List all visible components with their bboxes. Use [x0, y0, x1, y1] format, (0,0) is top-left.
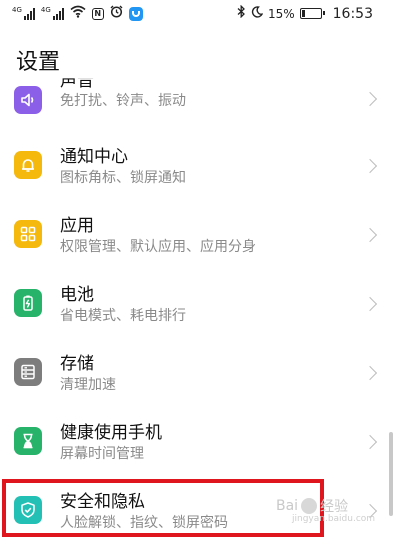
settings-item-digital-balance[interactable]: 健康使用手机 屏幕时间管理: [0, 409, 395, 477]
shield-check-icon: [14, 496, 42, 524]
settings-item-subtitle: 清理加速: [60, 377, 116, 393]
battery-percent: 15%: [267, 6, 295, 21]
settings-item-title: 存储: [60, 354, 94, 374]
apps-grid-icon: [14, 220, 42, 248]
signal-label: 4G: [12, 6, 22, 14]
bell-icon: [14, 151, 42, 179]
chevron-right-icon: [362, 227, 378, 243]
settings-item-subtitle: 省电模式、耗电排行: [60, 308, 186, 324]
signal-icon: 4G: [12, 7, 35, 20]
settings-list: 声音 免打扰、铃声、振动 通知中心 图标角标、锁屏通知 应用 权限管理、默认应用…: [0, 78, 395, 543]
signal-icon: 4G: [41, 7, 64, 20]
wifi-icon: [70, 5, 86, 22]
status-time: 16:53: [332, 5, 373, 22]
chevron-right-icon: [362, 296, 378, 312]
speaker-icon: [14, 86, 42, 114]
watermark-site: jingyan.baidu.com: [292, 514, 376, 524]
battery-icon: [299, 8, 325, 19]
settings-item-sound[interactable]: 声音 免打扰、铃声、振动: [0, 78, 395, 134]
chevron-right-icon: [362, 158, 378, 174]
settings-item-storage[interactable]: 存储 清理加速: [0, 340, 395, 408]
signal-label: 4G: [40, 6, 51, 14]
settings-item-subtitle: 免打扰、铃声、振动: [60, 93, 186, 109]
hourglass-icon: [14, 427, 42, 455]
paw-logo-icon: [301, 498, 318, 514]
settings-item-subtitle: 屏幕时间管理: [60, 446, 144, 462]
nfc-icon: N: [91, 7, 104, 20]
settings-item-title: 安全和隐私: [60, 492, 145, 512]
settings-item-apps[interactable]: 应用 权限管理、默认应用、应用分身: [0, 202, 395, 270]
scrollbar[interactable]: [389, 432, 393, 516]
settings-item-notifications[interactable]: 通知中心 图标角标、锁屏通知: [0, 134, 395, 202]
settings-item-subtitle: 图标角标、锁屏通知: [60, 170, 186, 186]
page-title: 设置: [16, 50, 61, 75]
status-bar: 4G 4G N 15% 16:53: [0, 0, 395, 28]
battery-fill: [301, 10, 305, 17]
chevron-right-icon: [362, 434, 378, 450]
status-bar-left: 4G 4G N: [12, 5, 143, 22]
bluetooth-icon: [237, 4, 246, 22]
settings-item-subtitle: 权限管理、默认应用、应用分身: [60, 239, 256, 255]
status-bar-right: 15% 16:53: [237, 4, 373, 22]
settings-item-battery[interactable]: 电池 省电模式、耗电排行: [0, 271, 395, 339]
watermark-text: Bai: [276, 498, 299, 514]
settings-item-subtitle: 人脸解锁、指纹、锁屏密码: [60, 515, 228, 531]
chevron-right-icon: [362, 91, 378, 107]
settings-item-title: 通知中心: [60, 147, 128, 167]
app-notification-icon: [128, 6, 143, 21]
do-not-disturb-icon: [251, 5, 264, 22]
watermark-text-2: 经验: [320, 499, 349, 515]
watermark: Bai 经验: [276, 496, 348, 516]
alarm-icon: [110, 5, 123, 22]
settings-item-title: 健康使用手机: [60, 423, 162, 443]
battery-charge-icon: [14, 289, 42, 317]
settings-item-title: 电池: [60, 285, 94, 305]
storage-icon: [14, 358, 42, 386]
chevron-right-icon: [362, 365, 378, 381]
settings-item-title: 应用: [60, 216, 94, 236]
